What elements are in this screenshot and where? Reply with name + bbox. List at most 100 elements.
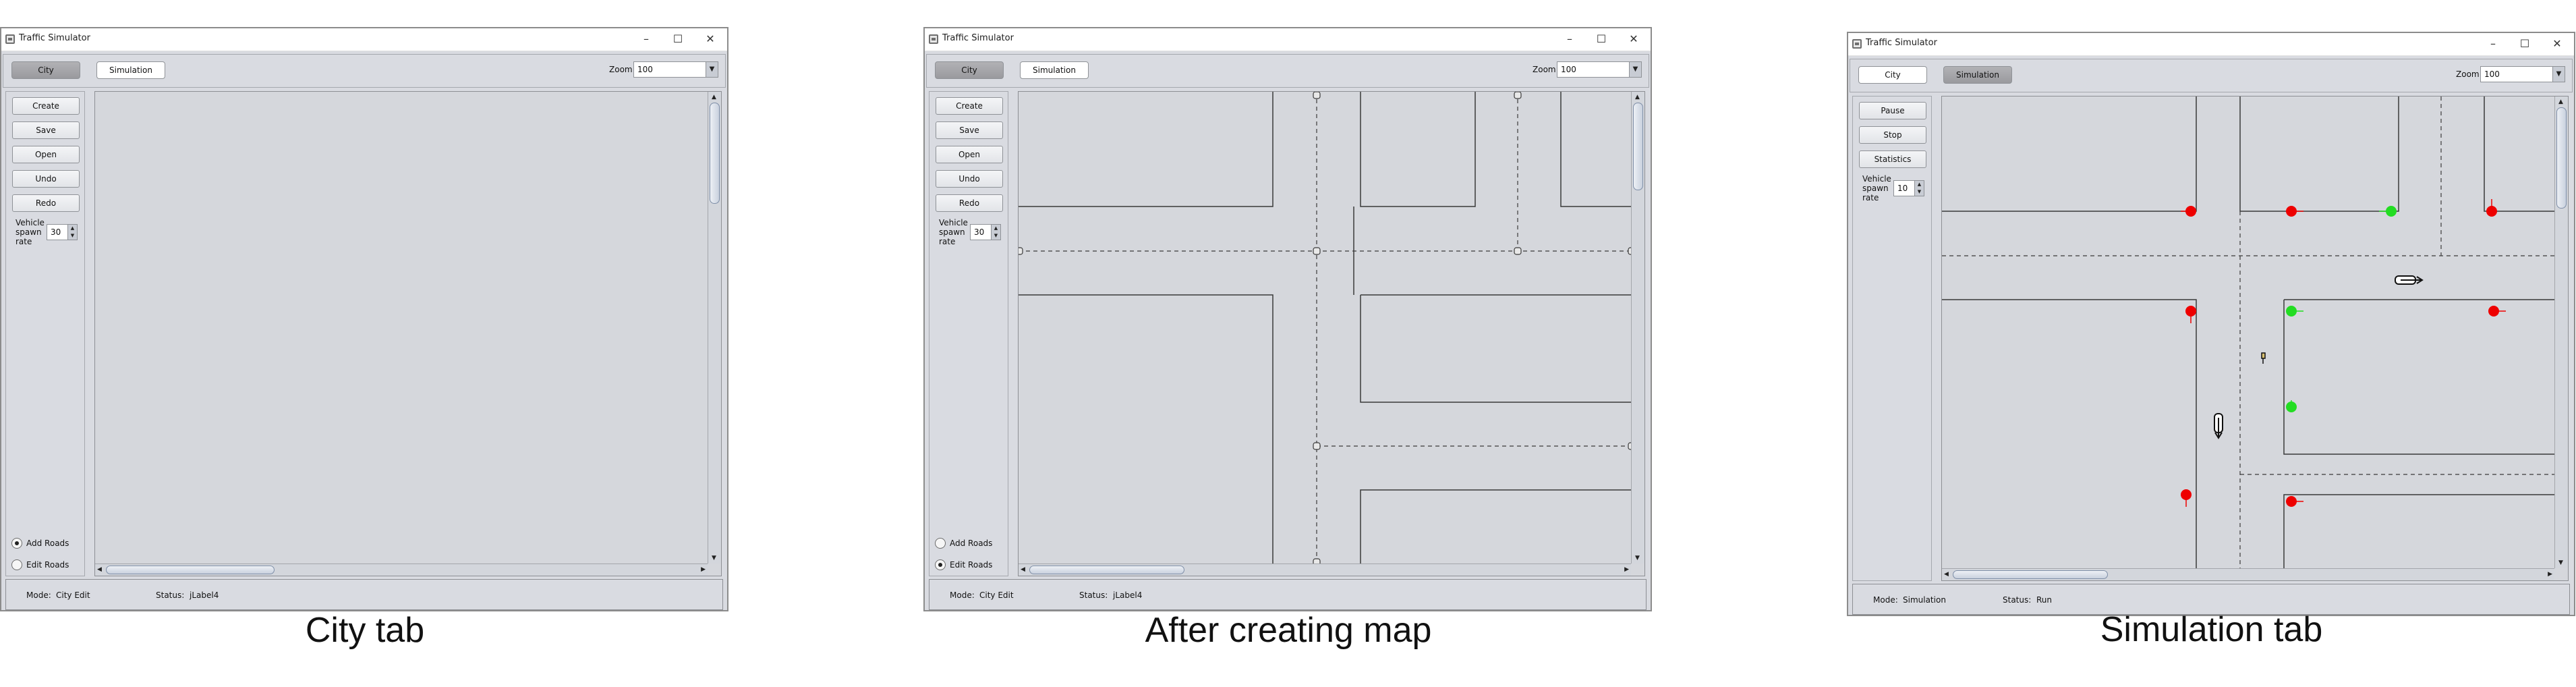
tab-simulation[interactable]: Simulation xyxy=(1943,66,2012,84)
scroll-right-icon[interactable]: ▶ xyxy=(2548,570,2552,578)
save-button[interactable]: Save xyxy=(12,121,80,139)
scroll-down-icon[interactable]: ▼ xyxy=(712,554,716,562)
statistics-button[interactable]: Statistics xyxy=(1859,150,1926,168)
mode-label: Mode: xyxy=(950,590,975,600)
pause-button[interactable]: Pause xyxy=(1859,102,1926,119)
traffic-light-green xyxy=(2379,206,2397,217)
create-button[interactable]: Create xyxy=(936,97,1003,115)
zoom-select[interactable]: 100 ▼ xyxy=(633,61,718,78)
block-edge xyxy=(1360,489,1632,564)
chevron-down-icon[interactable]: ▼ xyxy=(706,62,718,77)
vertical-scrollbar[interactable]: ▲ ▼ xyxy=(1631,92,1644,564)
vehicle-horizontal xyxy=(2395,275,2424,285)
chevron-down-icon[interactable]: ▼ xyxy=(1629,62,1641,77)
scroll-right-icon[interactable]: ▶ xyxy=(701,566,706,574)
scroll-right-icon[interactable]: ▶ xyxy=(1624,566,1629,574)
scroll-down-icon[interactable]: ▼ xyxy=(2558,559,2563,567)
minimize-button[interactable]: – xyxy=(1561,31,1578,47)
zoom-value: 100 xyxy=(637,65,653,74)
open-button[interactable]: Open xyxy=(936,146,1003,163)
window-title: Traffic Simulator xyxy=(942,33,1014,43)
zoom-select[interactable]: 100 ▼ xyxy=(1557,61,1642,78)
zoom-label: Zoom: xyxy=(2456,70,2482,79)
minimize-button[interactable]: – xyxy=(637,31,655,47)
title-bar: Traffic Simulator – ☐ ✕ xyxy=(925,28,1651,51)
stop-button[interactable]: Stop xyxy=(1859,126,1926,144)
vehicle-small xyxy=(2261,352,2266,364)
minimize-button[interactable]: – xyxy=(2484,36,2502,52)
tab-simulation[interactable]: Simulation xyxy=(1020,61,1089,79)
block-edge xyxy=(1942,299,2197,569)
save-button[interactable]: Save xyxy=(936,121,1003,139)
block-edge xyxy=(2283,300,2556,455)
radio-unselected-icon xyxy=(11,559,22,570)
spawn-rate-spinner[interactable]: 10 ▲ ▼ xyxy=(1893,180,1924,196)
open-button[interactable]: Open xyxy=(12,146,80,163)
simulation-canvas[interactable]: ▲ ▼ ◀ ▶ xyxy=(1941,96,2569,581)
app-icon xyxy=(1852,39,1862,49)
tab-city[interactable]: City xyxy=(1858,66,1927,84)
mode-value: City Edit xyxy=(979,590,1014,600)
tab-simulation[interactable]: Simulation xyxy=(96,61,165,79)
status-label: Status: xyxy=(1079,590,1108,600)
horizontal-scrollbar[interactable]: ◀ ▶ xyxy=(95,564,708,576)
scroll-up-icon[interactable]: ▲ xyxy=(712,93,716,101)
spinner-arrows-icon[interactable]: ▲ ▼ xyxy=(991,225,1000,240)
vertical-scroll-thumb[interactable] xyxy=(710,103,720,204)
redo-button[interactable]: Redo xyxy=(936,194,1003,212)
app-icon xyxy=(5,34,15,44)
city-canvas[interactable]: ▲ ▼ ◀ ▶ xyxy=(94,91,722,576)
radio-selected-icon xyxy=(935,559,946,570)
horizontal-scroll-thumb[interactable] xyxy=(1029,566,1184,574)
app-window: Traffic Simulator – ☐ ✕ City Simulation … xyxy=(1847,32,2575,616)
spawn-rate-spinner[interactable]: 30 ▲ ▼ xyxy=(47,224,78,240)
maximize-button[interactable]: ☐ xyxy=(2516,36,2534,52)
undo-button[interactable]: Undo xyxy=(936,170,1003,188)
road-node xyxy=(1313,247,1321,255)
scroll-left-icon[interactable]: ◀ xyxy=(97,566,102,574)
maximize-button[interactable]: ☐ xyxy=(669,31,687,47)
toolbar: City Simulation Zoom: 100 ▼ xyxy=(926,54,1649,88)
vertical-scrollbar[interactable]: ▲ ▼ xyxy=(708,92,721,564)
traffic-light-red xyxy=(2181,206,2196,217)
close-button[interactable]: ✕ xyxy=(1625,31,1642,47)
chevron-down-icon[interactable]: ▼ xyxy=(2552,67,2565,82)
scroll-up-icon[interactable]: ▲ xyxy=(1635,93,1640,101)
horizontal-scrollbar[interactable]: ◀ ▶ xyxy=(1019,564,1631,576)
radio-unselected-icon xyxy=(935,538,946,549)
redo-button[interactable]: Redo xyxy=(12,194,80,212)
spawn-rate-value: 30 xyxy=(51,227,61,237)
close-button[interactable]: ✕ xyxy=(702,31,719,47)
horizontal-scroll-thumb[interactable] xyxy=(1953,570,2108,579)
undo-button[interactable]: Undo xyxy=(12,170,80,188)
horizontal-scrollbar[interactable]: ◀ ▶ xyxy=(1942,568,2554,580)
scroll-left-icon[interactable]: ◀ xyxy=(1944,570,1949,578)
app-icon xyxy=(929,34,938,44)
spawn-rate-label: Vehicle spawn rate xyxy=(1862,174,1891,202)
tab-city[interactable]: City xyxy=(935,61,1004,79)
close-button[interactable]: ✕ xyxy=(2548,36,2566,52)
city-canvas[interactable]: ▲ ▼ ◀ ▶ xyxy=(1018,91,1645,576)
scroll-up-icon[interactable]: ▲ xyxy=(2558,98,2563,106)
tab-city[interactable]: City xyxy=(11,61,80,79)
scroll-left-icon[interactable]: ◀ xyxy=(1021,566,1025,574)
scroll-down-icon[interactable]: ▼ xyxy=(1635,554,1640,562)
horizontal-scroll-thumb[interactable] xyxy=(106,566,275,574)
edit-roads-label: Edit Roads xyxy=(26,560,69,570)
spinner-arrows-icon[interactable]: ▲ ▼ xyxy=(67,225,77,240)
vertical-scroll-thumb[interactable] xyxy=(1633,103,1643,190)
road-node xyxy=(1514,92,1522,99)
vertical-scroll-thumb[interactable] xyxy=(2556,107,2567,209)
create-button[interactable]: Create xyxy=(12,97,80,115)
window-title: Traffic Simulator xyxy=(1866,38,1937,48)
spawn-rate-spinner[interactable]: 30 ▲ ▼ xyxy=(970,224,1001,240)
vertical-scrollbar[interactable]: ▲ ▼ xyxy=(2554,97,2568,568)
maximize-button[interactable]: ☐ xyxy=(1593,31,1610,47)
traffic-light-red xyxy=(2185,306,2196,323)
road-node xyxy=(1313,442,1321,450)
radio-selected-icon xyxy=(11,538,22,549)
panel-caption: City tab xyxy=(305,611,425,650)
spinner-arrows-icon[interactable]: ▲ ▼ xyxy=(1914,181,1924,196)
sidebar: Create Save Open Undo Redo Vehicle spawn… xyxy=(5,91,85,576)
zoom-select[interactable]: 100 ▼ xyxy=(2480,66,2565,82)
